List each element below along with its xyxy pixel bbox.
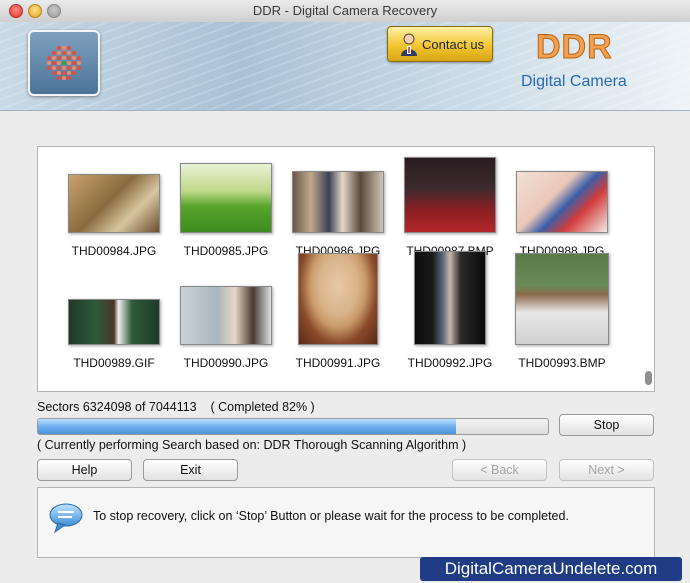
thumbnail-item[interactable]: THD00989.GIF <box>64 265 164 370</box>
thumbnail-caption: THD00990.JPG <box>183 356 269 370</box>
help-button[interactable]: Help <box>37 459 132 481</box>
photo-man-with-sunglasses <box>515 253 609 345</box>
thumbnail-item[interactable]: THD00988.JPG <box>512 153 612 258</box>
photo-man-in-suit <box>68 299 160 345</box>
sectors-progress-text: Sectors 6324098 of 7044113 ( Completed 8… <box>37 400 315 414</box>
speech-bubble-icon <box>48 502 84 539</box>
brand-subtitle: Digital Camera <box>521 73 627 90</box>
contact-us-button[interactable]: Contact us <box>387 26 493 62</box>
photo-group-people <box>292 171 384 233</box>
info-message: To stop recovery, click on ‘Stop’ Button… <box>93 509 569 523</box>
thumbnail-caption: THD00989.GIF <box>73 356 155 370</box>
thumbnail-caption: THD00991.JPG <box>295 356 381 370</box>
window-title: DDR - Digital Camera Recovery <box>252 3 438 18</box>
photo-baby-with-hat <box>516 171 608 233</box>
photo-red-carpet-group <box>404 157 496 233</box>
brand-title: DDR <box>536 28 613 67</box>
header-banner: Contact us DDR Digital Camera <box>0 22 690 111</box>
scrollbar-track[interactable] <box>645 150 652 386</box>
thumbnail-item[interactable]: THD00990.JPG <box>176 265 276 370</box>
thumbnail-item[interactable]: THD00984.JPG <box>64 153 164 258</box>
thumbnail-caption: THD00984.JPG <box>71 244 157 258</box>
recovered-files-panel[interactable]: THD00984.JPG THD00985.JPG THD00986.JPG T… <box>37 146 655 392</box>
algorithm-status-text: ( Currently performing Search based on: … <box>37 438 467 452</box>
thumbnail-item[interactable]: THD00987.BMP <box>400 153 500 258</box>
thumbnail-caption: THD00993.BMP <box>518 356 606 370</box>
ddr-logo-icon <box>28 30 100 96</box>
photo-woman-by-water <box>180 286 272 345</box>
photo-woman-in-field <box>68 174 160 233</box>
next-button[interactable]: Next > <box>559 459 654 481</box>
exit-button[interactable]: Exit <box>143 459 238 481</box>
watermark-banner: DigitalCameraUndelete.com <box>420 557 682 581</box>
recovery-progress-bar <box>37 418 549 435</box>
back-button[interactable]: < Back <box>452 459 547 481</box>
info-panel: To stop recovery, click on ‘Stop’ Button… <box>37 487 655 558</box>
thumbnail-caption: THD00992.JPG <box>407 356 493 370</box>
thumbnail-item[interactable]: THD00993.BMP <box>512 253 612 370</box>
photo-woman-portrait <box>298 253 378 345</box>
thumbnail-item[interactable]: THD00985.JPG <box>176 153 276 258</box>
thumbnail-item[interactable]: THD00991.JPG <box>288 253 388 370</box>
photo-couple-at-night <box>414 251 486 345</box>
contact-us-label: Contact us <box>422 37 485 52</box>
scrollbar-thumb[interactable] <box>645 371 652 385</box>
photo-dog-on-grass <box>180 163 272 233</box>
title-bar: DDR - Digital Camera Recovery <box>0 0 690 23</box>
thumbnail-item[interactable]: THD00992.JPG <box>400 251 500 370</box>
thumbnail-caption: THD00985.JPG <box>183 244 269 258</box>
app-window: DDR - Digital Camera Recovery Contact us <box>0 0 690 583</box>
progress-fill <box>38 419 457 434</box>
thumbnail-item[interactable]: THD00986.JPG <box>288 153 388 258</box>
person-icon <box>398 32 420 61</box>
stop-button[interactable]: Stop <box>559 414 654 436</box>
